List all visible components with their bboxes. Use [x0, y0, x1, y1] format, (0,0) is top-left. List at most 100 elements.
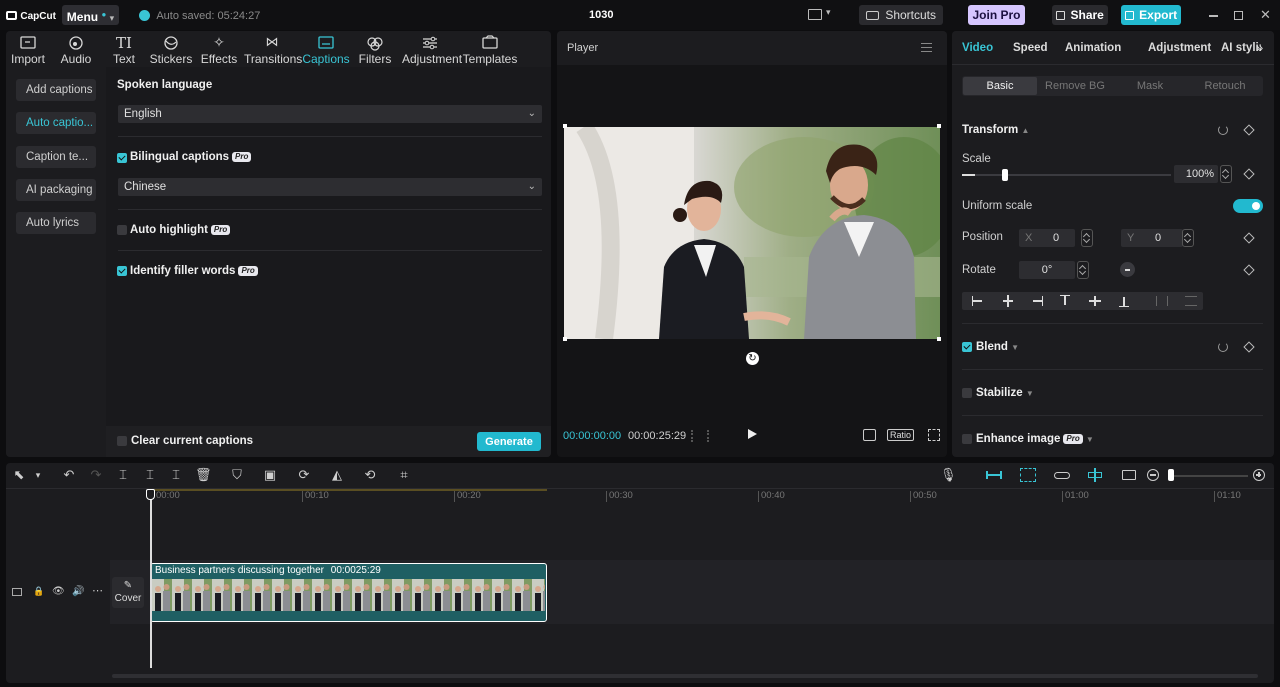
link-icon[interactable] [1054, 472, 1070, 479]
toolbar-adjustment[interactable]: Adjustment [402, 33, 462, 67]
track-lock-icon[interactable]: 🔒 [33, 586, 44, 597]
tab-video[interactable]: Video [962, 42, 993, 54]
align-left-icon[interactable] [972, 296, 984, 306]
uniform-scale-toggle[interactable] [1233, 199, 1263, 213]
rotate-handle-icon[interactable]: ↻ [746, 352, 759, 365]
delete-icon[interactable]: 🗑 [195, 467, 212, 483]
generate-button[interactable]: Generate [477, 432, 541, 451]
align-center-v-icon[interactable] [1089, 295, 1101, 307]
video-clip[interactable]: Business partners discussing together 00… [150, 563, 547, 622]
clear-captions-checkbox[interactable] [117, 436, 127, 446]
split-left-icon[interactable]: ⌶ [142, 467, 158, 483]
zoom-slider-knob[interactable] [1168, 469, 1174, 481]
timeline-scrollbar[interactable] [112, 674, 1258, 678]
tabs-more-icon[interactable]: » [1256, 40, 1263, 55]
select-tool-icon[interactable]: ⬉ [11, 467, 27, 483]
side-ai-packaging[interactable]: AI packaging [16, 179, 96, 201]
track-eye-icon[interactable]: 👁 [52, 586, 65, 597]
playhead-handle[interactable] [146, 489, 155, 500]
mirror-icon[interactable]: ◭ [329, 467, 345, 483]
export-button[interactable]: Export [1121, 5, 1181, 25]
zoom-in-icon[interactable] [1253, 469, 1265, 481]
side-auto-lyrics[interactable]: Auto lyrics [16, 212, 96, 234]
tab-adjustment[interactable]: Adjustment [1148, 42, 1211, 54]
preview-axis-icon[interactable] [1088, 468, 1102, 482]
side-caption-templates[interactable]: Caption te... [16, 146, 96, 168]
auto-snap-icon[interactable] [1020, 468, 1036, 482]
position-keyframe-icon[interactable] [1243, 232, 1255, 244]
crop-handle-bl[interactable] [563, 337, 567, 341]
microphone-icon[interactable]: 🎙 [940, 467, 957, 483]
bilingual-language-select[interactable]: Chinese ⌄ [118, 178, 542, 196]
transform-keyframe-icon[interactable] [1243, 124, 1255, 136]
join-pro-button[interactable]: Join Pro [968, 5, 1025, 25]
crop-handle-tr[interactable] [937, 124, 941, 128]
fullscreen-icon[interactable] [928, 429, 940, 441]
layout-icon[interactable] [808, 9, 822, 20]
subtab-remove-bg[interactable]: Remove BG [1038, 77, 1112, 95]
share-button[interactable]: Share [1052, 5, 1108, 25]
align-top-icon[interactable] [1060, 295, 1070, 307]
position-y-input[interactable]: Y 0 [1121, 229, 1183, 247]
tab-ai-stylize[interactable]: AI stylize [1221, 42, 1261, 54]
project-title[interactable]: 1030 [589, 9, 613, 21]
stabilize-checkbox[interactable] [962, 388, 972, 398]
cover-button[interactable]: ✎ Cover [112, 577, 144, 608]
blend-reset-icon[interactable] [1218, 342, 1228, 352]
transform-reset-icon[interactable] [1218, 125, 1228, 135]
play-icon[interactable] [748, 429, 757, 439]
player-menu-icon[interactable] [921, 43, 932, 52]
position-y-stepper[interactable] [1182, 229, 1194, 247]
rotate-dial-icon[interactable] [1120, 262, 1135, 277]
rotate-keyframe-icon[interactable] [1243, 264, 1255, 276]
toolbar-effects[interactable]: ✧ Effects [191, 33, 247, 67]
shortcuts-button[interactable]: Shortcuts [859, 5, 943, 25]
side-auto-captions[interactable]: Auto captio... [16, 112, 96, 134]
track-audio-icon[interactable]: 🔊 [72, 586, 84, 597]
spoken-language-select[interactable]: English ⌄ [118, 105, 542, 123]
toolbar-templates[interactable]: Templates [462, 33, 518, 67]
blend-keyframe-icon[interactable] [1243, 341, 1255, 353]
filler-words-checkbox[interactable] [117, 266, 127, 276]
auto-highlight-checkbox[interactable] [117, 225, 127, 235]
video-preview[interactable] [564, 127, 940, 339]
freeze-icon[interactable]: ▣ [262, 467, 278, 483]
split-icon[interactable]: ⌶ [115, 467, 131, 483]
undo-icon[interactable]: ↶ [61, 467, 77, 483]
toolbar-filters[interactable]: Filters [347, 33, 403, 67]
zoom-out-icon[interactable] [1147, 469, 1159, 481]
position-x-stepper[interactable] [1081, 229, 1093, 247]
ratio-button[interactable]: Ratio [887, 429, 915, 441]
layout-chevron-icon[interactable]: ▾ [826, 7, 831, 18]
subtab-basic[interactable]: Basic [963, 77, 1037, 95]
marker-icon[interactable]: ⛉ [229, 467, 245, 483]
crop-handle-tl[interactable] [563, 124, 567, 128]
align-right-icon[interactable] [1031, 296, 1043, 306]
side-add-captions[interactable]: Add captions [16, 79, 96, 101]
tab-speed[interactable]: Speed [1013, 42, 1048, 54]
subtab-mask[interactable]: Mask [1113, 77, 1187, 95]
enhance-image-checkbox[interactable] [962, 434, 972, 444]
bilingual-checkbox[interactable] [117, 153, 127, 163]
rotate-clip-icon[interactable]: ⟲ [362, 467, 378, 483]
zoom-slider[interactable] [1168, 475, 1248, 477]
toolbar-captions[interactable]: Captions [298, 33, 354, 67]
scale-slider-knob[interactable] [1002, 169, 1008, 181]
split-right-icon[interactable]: ⌶ [168, 467, 184, 483]
reverse-icon[interactable]: ⟳ [296, 467, 312, 483]
close-icon[interactable]: ✕ [1260, 7, 1271, 23]
screenshot-icon[interactable] [863, 429, 876, 441]
align-bottom-icon[interactable] [1119, 295, 1129, 307]
scale-keyframe-icon[interactable] [1243, 168, 1255, 180]
scale-stepper[interactable] [1220, 165, 1232, 183]
blend-checkbox[interactable] [962, 342, 972, 352]
crop-handle-br[interactable] [937, 337, 941, 341]
track-video-icon[interactable] [12, 588, 22, 596]
scale-input[interactable]: 100% [1174, 165, 1218, 183]
menu-button[interactable]: Menu ● ▾ [62, 5, 119, 25]
thumbnail-icon[interactable] [1122, 470, 1136, 480]
minimize-icon[interactable] [1209, 15, 1218, 17]
track-more-icon[interactable]: ⋯ [92, 584, 103, 597]
rotate-input[interactable]: 0° [1019, 261, 1075, 279]
toolbar-transitions[interactable]: ⋈ Transitions [244, 33, 302, 67]
